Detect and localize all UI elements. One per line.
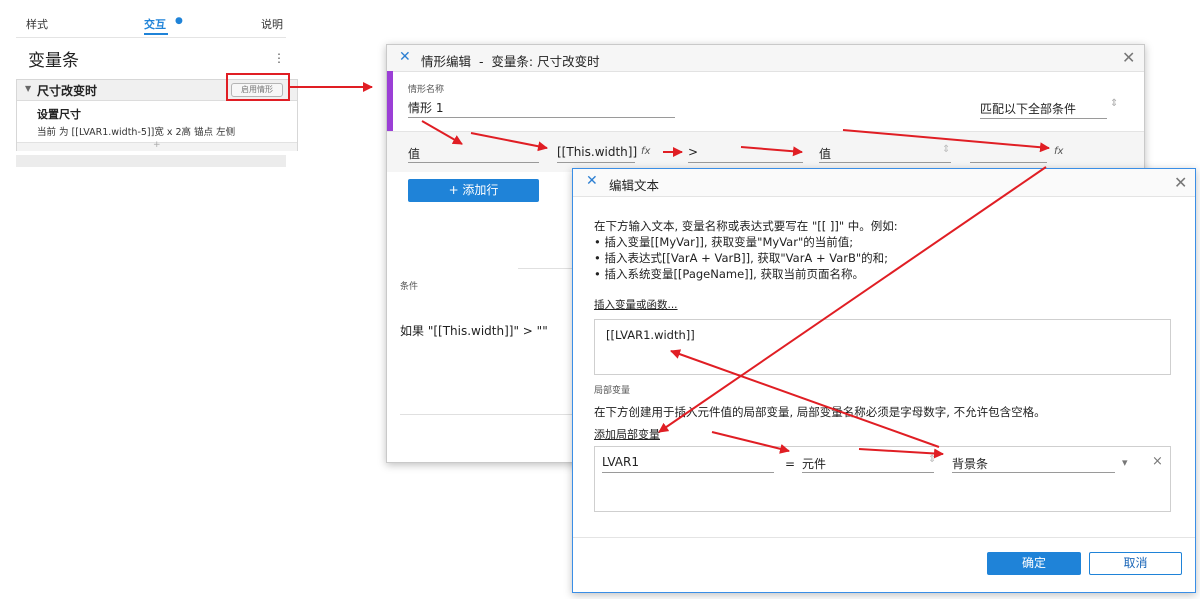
arrow-to-right-fx (842, 129, 1050, 153)
annotation-arrows (288, 82, 1050, 459)
arrow-to-this-width (470, 132, 548, 152)
arrow-add-var-to-equals (711, 431, 790, 454)
arrow-type-to-target (858, 448, 944, 459)
arrow-operator-to-value (740, 146, 803, 157)
arrow-fx-to-local-vars (658, 166, 1047, 433)
arrow-name-to-value (421, 120, 463, 145)
arrow-target-to-textbox (670, 349, 940, 448)
